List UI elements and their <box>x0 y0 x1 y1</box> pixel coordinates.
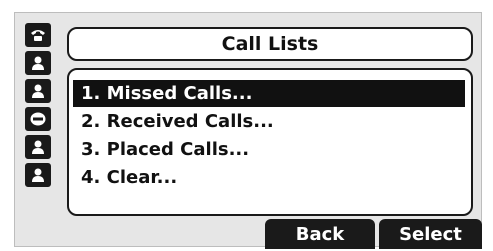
phone-handset-icon <box>31 30 45 41</box>
menu-item-clear[interactable]: 4. Clear... <box>73 164 465 191</box>
menu-item-missed-calls[interactable]: 1. Missed Calls... <box>73 80 465 107</box>
line-key-6[interactable] <box>25 163 51 187</box>
line-key-4[interactable] <box>25 107 51 131</box>
screen-title-text: Call Lists <box>221 33 319 55</box>
back-softkey[interactable]: Back <box>265 219 375 249</box>
phone-screen: Call Lists 1. Missed Calls... 2. Receive… <box>14 12 482 249</box>
menu-item-received-calls[interactable]: 2. Received Calls... <box>73 108 465 135</box>
contact-icon <box>32 168 44 182</box>
select-softkey[interactable]: Select <box>379 219 482 249</box>
line-key-1[interactable] <box>25 23 51 47</box>
line-key-column <box>25 23 55 191</box>
line-key-5[interactable] <box>25 135 51 159</box>
call-lists-menu: 1. Missed Calls... 2. Received Calls... … <box>67 68 473 216</box>
contact-icon <box>32 84 44 98</box>
line-key-3[interactable] <box>25 79 51 103</box>
line-key-2[interactable] <box>25 51 51 75</box>
screen-title: Call Lists <box>67 27 473 61</box>
contact-icon <box>32 140 44 154</box>
contact-icon <box>32 56 44 70</box>
menu-item-placed-calls[interactable]: 3. Placed Calls... <box>73 136 465 163</box>
minus-circle-icon <box>30 112 46 126</box>
